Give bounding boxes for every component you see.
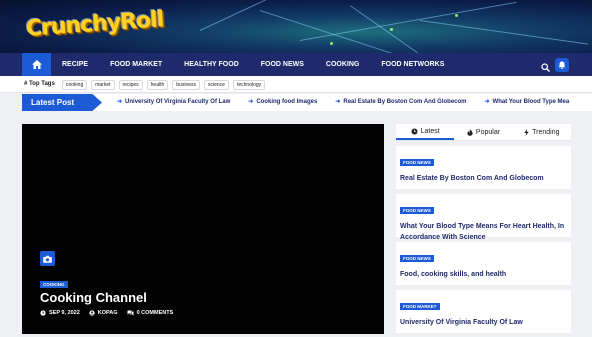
banner-dot: [330, 42, 333, 45]
bell-icon: [558, 61, 566, 69]
tag-cooking[interactable]: cooking: [62, 80, 88, 90]
ticker-item-text: Real Estate By Boston Com And Globecom: [343, 99, 467, 105]
user-icon: [89, 310, 95, 316]
ticker-item[interactable]: ➜ University Of Virginia Faculty Of Law: [117, 94, 230, 111]
tag-health[interactable]: health: [146, 80, 169, 90]
home-icon: [31, 60, 42, 69]
comments-icon: [127, 310, 134, 316]
tag-market[interactable]: market: [91, 80, 115, 90]
tab-popular-label: Popular: [475, 128, 501, 136]
camera-button[interactable]: [40, 251, 55, 266]
tab-latest[interactable]: Latest: [396, 124, 455, 140]
tag-technology[interactable]: technology: [232, 80, 266, 90]
featured-title[interactable]: Cooking Channel: [40, 290, 147, 305]
post-title[interactable]: What Your Blood Type Means For Heart Hea…: [400, 221, 567, 243]
nav-item-healthy-food[interactable]: HEALTHY FOOD: [173, 53, 250, 76]
featured-comments[interactable]: 0 COMMENTS: [127, 310, 174, 316]
header-banner: CrunchyRoll: [0, 0, 592, 53]
tab-latest-label: Latest: [420, 127, 440, 135]
arrow-right-icon: ➜: [484, 99, 490, 105]
banner-streak: [299, 1, 517, 41]
nav-item-food-networks[interactable]: FOOD NETWORKS: [370, 53, 455, 76]
tab-popular[interactable]: Popular: [454, 124, 512, 140]
banner-streak: [419, 20, 589, 45]
nav-item-food-market[interactable]: FOOD MARKET: [99, 53, 173, 76]
top-tags-bar: # Top Tags cooking market recipes health…: [0, 76, 592, 93]
bolt-icon: [524, 128, 529, 136]
banner-dot: [390, 28, 393, 31]
latest-post-ticker: Latest Post ➜ University Of Virginia Facu…: [22, 94, 592, 111]
tag-science[interactable]: science: [204, 80, 229, 90]
banner-dot: [455, 14, 458, 17]
arrow-right-icon: ➜: [248, 99, 254, 105]
nav-item-food-news[interactable]: FOOD NEWS: [250, 53, 315, 76]
ticker-items: ➜ University Of Virginia Faculty Of Law ➜…: [117, 94, 587, 111]
featured-comments-text: 0 COMMENTS: [136, 310, 174, 316]
featured-post[interactable]: COOKING Cooking Channel SEP 9, 2022 KOPA…: [22, 124, 384, 334]
featured-date-text: SEP 9, 2022: [49, 310, 80, 316]
ticker-item-text: University Of Virginia Faculty Of Law: [125, 99, 231, 105]
arrow-right-icon: ➜: [117, 99, 123, 105]
main-navbar: RECIPE FOOD MARKET HEALTHY FOOD FOOD NEW…: [0, 53, 592, 76]
featured-meta: SEP 9, 2022 KOPAG 0 COMMENTS: [40, 310, 182, 316]
sidebar-post[interactable]: FOOD NEWS Real Estate By Boston Com And …: [396, 146, 571, 189]
search-button[interactable]: [541, 59, 550, 77]
ticker-item[interactable]: ➜ Cooking food Images: [248, 94, 317, 111]
search-icon: [541, 63, 550, 72]
tag-recipes[interactable]: recipes: [118, 80, 143, 90]
sidebar-widget: Latest Popular Trending FOOD NEWS Real E…: [396, 124, 571, 333]
camera-icon: [43, 255, 52, 263]
post-title[interactable]: Real Estate By Boston Com And Globecom: [400, 173, 567, 184]
sidebar-post[interactable]: FOOD MARKET University Of Virginia Facul…: [396, 290, 571, 333]
sidebar-post[interactable]: FOOD NEWS What Your Blood Type Means For…: [396, 194, 571, 241]
ticker-item-text: What Your Blood Type Mea: [492, 99, 570, 105]
ticker-item[interactable]: ➜ Real Estate By Boston Com And Globecom: [335, 94, 466, 111]
featured-date: SEP 9, 2022: [40, 310, 80, 316]
fire-icon: [467, 128, 473, 136]
post-category-badge[interactable]: FOOD NEWS: [400, 207, 434, 214]
top-tags-label: Top Tags: [29, 81, 55, 87]
latest-post-label: Latest Post: [22, 94, 102, 111]
ticker-item-text: Cooking food Images: [256, 99, 318, 105]
tab-trending[interactable]: Trending: [513, 124, 571, 140]
sidebar-post[interactable]: FOOD NEWS Food, cooking skills, and heal…: [396, 242, 571, 285]
notification-button[interactable]: [555, 58, 569, 72]
featured-author[interactable]: KOPAG: [89, 310, 118, 316]
ticker-item[interactable]: ➜ What Your Blood Type Mea: [485, 94, 570, 111]
site-logo[interactable]: CrunchyRoll: [25, 7, 164, 42]
nav-menu: RECIPE FOOD MARKET HEALTHY FOOD FOOD NEW…: [51, 53, 455, 76]
post-category-badge[interactable]: FOOD MARKET: [400, 303, 440, 310]
post-title[interactable]: University Of Virginia Faculty Of Law: [400, 317, 567, 328]
home-button[interactable]: [22, 53, 51, 76]
sidebar-tabs: Latest Popular Trending: [396, 124, 571, 141]
post-title[interactable]: Food, cooking skills, and health: [400, 269, 567, 280]
post-category-badge[interactable]: FOOD NEWS: [400, 255, 434, 262]
nav-item-recipe[interactable]: RECIPE: [51, 53, 99, 76]
clock-icon: [40, 310, 46, 316]
arrow-right-icon: ➜: [335, 99, 341, 105]
top-tags-title: # Top Tags: [24, 81, 55, 87]
featured-category-badge[interactable]: COOKING: [40, 281, 68, 288]
post-category-badge[interactable]: FOOD NEWS: [400, 159, 434, 166]
tab-trending-label: Trending: [532, 128, 560, 136]
tags-list: cooking market recipes health business s…: [62, 80, 269, 90]
clock-icon: [411, 128, 418, 134]
nav-item-cooking[interactable]: COOKING: [315, 53, 370, 76]
featured-author-text: KOPAG: [97, 310, 118, 316]
tag-business[interactable]: business: [172, 80, 200, 90]
